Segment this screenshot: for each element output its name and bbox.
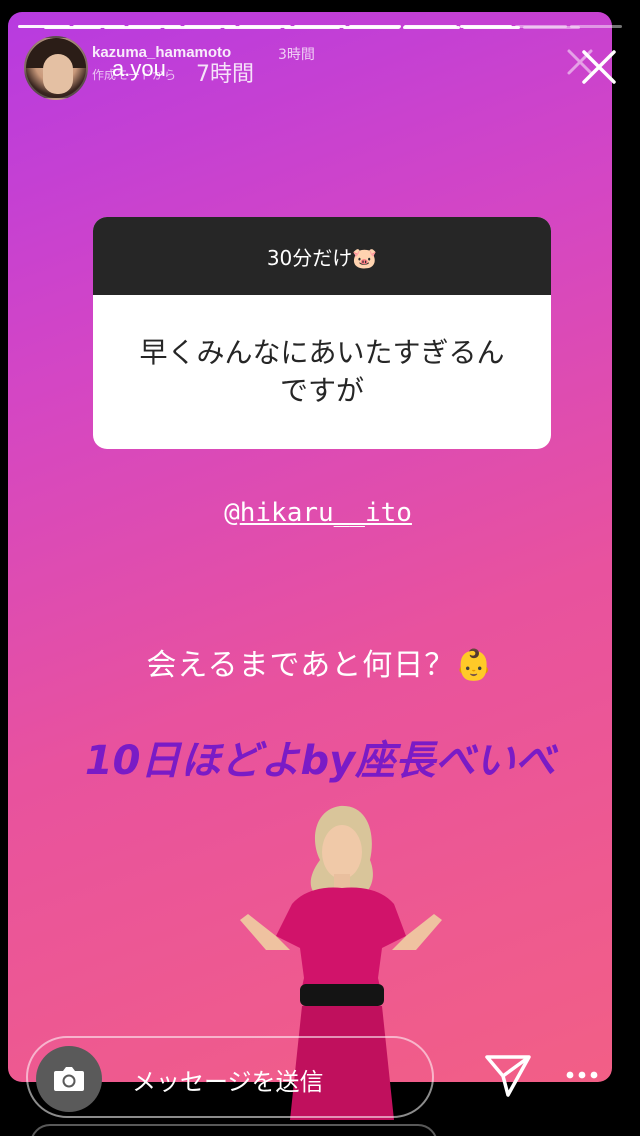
story-viewer: 30分だけ🐷 早くみんなにあいたすぎるんですが @hikaru__ito kaz…: [0, 0, 640, 1136]
progress-segment: [404, 25, 457, 28]
mention-at: @: [224, 498, 240, 528]
caption-answer: 10日ほどよby座長べいべ: [84, 738, 556, 784]
caption-question: 会えるまであと何日？👶: [146, 648, 494, 683]
question-answer: 早くみんなにあいたすぎるんですが: [139, 336, 505, 407]
outer-username[interactable]: a.you: [112, 56, 166, 82]
progress-segment: [238, 25, 291, 28]
progress-segment: [349, 25, 402, 28]
camera-icon: [54, 1067, 84, 1091]
progress-segment: [459, 25, 512, 28]
next-story-pill: [30, 1124, 438, 1136]
mention-handle: hikaru__ito: [239, 498, 412, 528]
progress-segment: [569, 25, 623, 28]
progress-segment: [293, 25, 347, 28]
outer-timestamp: 7時間: [196, 62, 254, 87]
question-card: 30分だけ🐷 早くみんなにあいたすぎるんですが: [93, 217, 551, 449]
paper-plane-icon[interactable]: [484, 1052, 532, 1098]
mention-sticker[interactable]: @hikaru__ito: [8, 498, 612, 528]
progress-segment: [73, 25, 126, 28]
progress-segment: [128, 25, 181, 28]
progress-segment: [183, 25, 236, 28]
camera-button[interactable]: [36, 1046, 102, 1112]
avatar-face: [43, 54, 73, 94]
message-input[interactable]: メッセージを送信: [132, 1062, 324, 1097]
more-dots-icon[interactable]: [566, 1068, 598, 1082]
inner-timestamp: 3時間: [278, 47, 315, 63]
avatar[interactable]: [24, 36, 88, 100]
close-icon[interactable]: [580, 48, 618, 86]
question-header: 30分だけ🐷: [93, 217, 551, 295]
progress-segment: [514, 25, 567, 28]
outer-progress-bar: [18, 25, 623, 28]
progress-segment: [18, 25, 71, 28]
